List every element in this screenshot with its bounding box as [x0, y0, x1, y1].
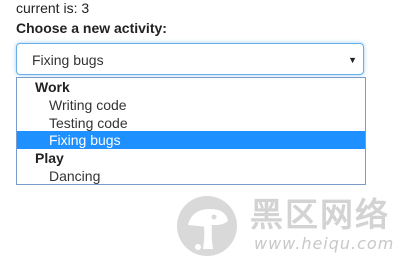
activity-select[interactable]: Fixing bugs ▼: [16, 43, 364, 75]
optgroup-play: Play: [35, 150, 64, 166]
watermark-url: www.heiqu.com: [254, 234, 395, 253]
activity-select-value: Fixing bugs: [32, 52, 104, 68]
option-writing-code[interactable]: Writing code: [17, 96, 365, 114]
activity-select-label: Choose a new activity:: [16, 20, 167, 36]
current-value-text: current is: 3: [16, 0, 90, 16]
option-dancing[interactable]: Dancing: [17, 167, 365, 185]
option-fixing-bugs[interactable]: Fixing bugs: [17, 131, 365, 149]
option-testing-code[interactable]: Testing code: [17, 114, 365, 132]
page: current is: 3 Choose a new activity: Fix…: [0, 0, 412, 263]
watermark: 黑区网络 www.heiqu.com: [176, 195, 406, 257]
activity-dropdown-list[interactable]: Work Writing code Testing code Fixing bu…: [16, 77, 366, 185]
watermark-title: 黑区网络: [250, 195, 390, 234]
optgroup-work: Work: [35, 79, 70, 95]
triangle-down-icon[interactable]: ▼: [348, 53, 357, 67]
mushroom-logo-icon: [177, 196, 237, 256]
